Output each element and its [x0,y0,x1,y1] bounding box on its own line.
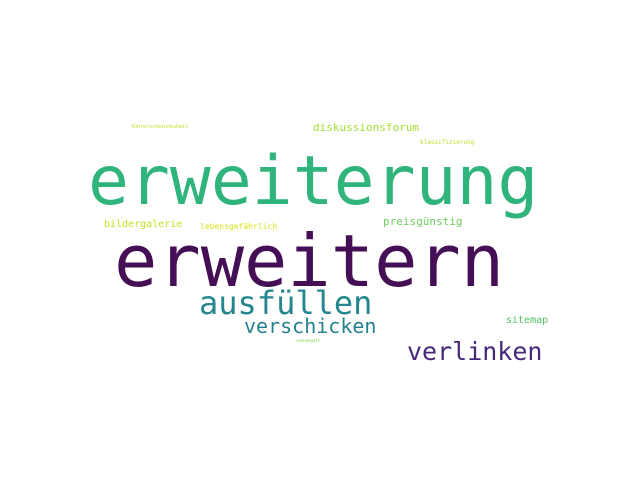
word-fuehrerscheinneuheit: führerscheinneuheit [131,124,189,130]
word-sitemap: sitemap [506,315,549,326]
word-lebensgefaehrlich: lebensgefährlich [200,222,278,231]
word-diskussionsforum: diskussionsforum [313,121,419,134]
word-erweiterung: erweiterung [88,142,539,221]
word-klassifizierung: klassifizierung [420,139,475,146]
word-preisguenstig: preisgünstig [383,215,463,228]
word-cloud: erweiterung erweitern ausfüllen verschic… [0,0,640,480]
word-verlinken: verlinken [407,337,543,366]
word-verschicken: verschicken [244,314,377,338]
word-sonnengast: sonnengast [296,338,321,343]
word-bildergalerie: bildergalerie [104,219,183,230]
